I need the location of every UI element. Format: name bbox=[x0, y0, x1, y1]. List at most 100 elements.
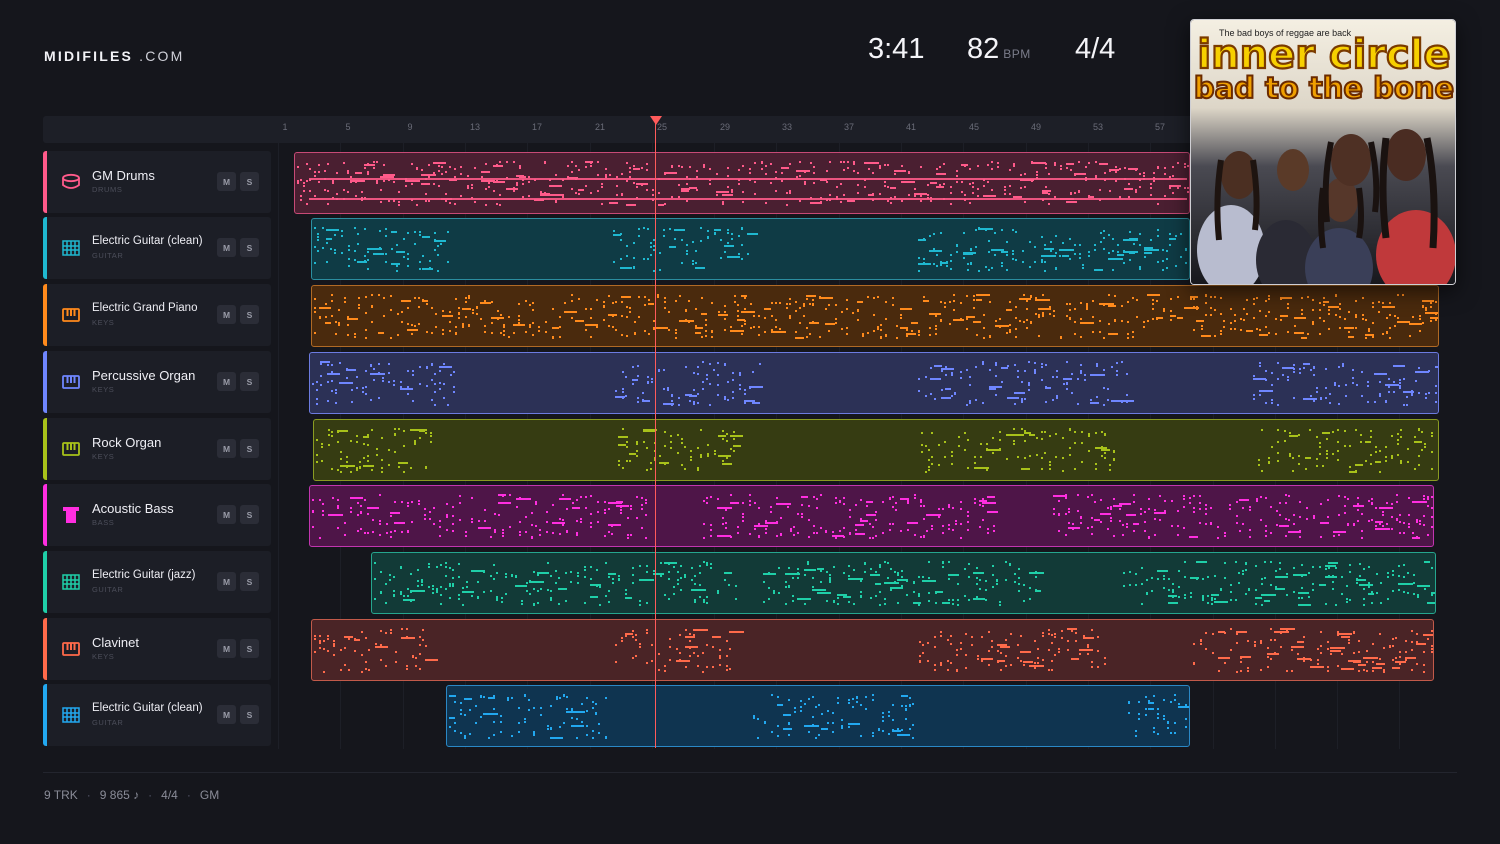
midi-mode: GM bbox=[199, 788, 220, 802]
track-header[interactable]: Electric Grand Piano KEYS M S bbox=[43, 284, 271, 346]
track-category: GUITAR bbox=[92, 718, 124, 727]
track-name: Electric Guitar (jazz) bbox=[92, 569, 196, 581]
time-signature: 4/4 bbox=[1075, 33, 1116, 65]
mute-button[interactable]: M bbox=[217, 572, 236, 591]
mute-button[interactable]: M bbox=[217, 439, 236, 458]
track-category: BASS bbox=[92, 518, 115, 527]
note-pattern bbox=[314, 227, 1187, 272]
mute-button[interactable]: M bbox=[217, 305, 236, 324]
track-category: KEYS bbox=[92, 318, 115, 327]
midi-clip[interactable] bbox=[309, 485, 1434, 547]
ruler-bar-17: 17 bbox=[531, 122, 543, 132]
grid-line bbox=[278, 143, 279, 749]
note-pattern bbox=[449, 694, 1189, 739]
track-color-stripe bbox=[43, 351, 47, 413]
note-pattern bbox=[312, 494, 1433, 539]
track-header[interactable]: Clavinet KEYS M S bbox=[43, 618, 271, 680]
solo-button[interactable]: S bbox=[240, 305, 259, 324]
track-color-stripe bbox=[43, 618, 47, 680]
solo-button[interactable]: S bbox=[240, 572, 259, 591]
track-color-stripe bbox=[43, 418, 47, 480]
track-category: DRUMS bbox=[92, 185, 123, 194]
note-pattern bbox=[316, 428, 1433, 473]
guitar-fretboard-icon bbox=[61, 238, 81, 258]
track-color-stripe bbox=[43, 551, 47, 613]
playhead-line[interactable] bbox=[655, 122, 656, 748]
ruler-bar-1: 1 bbox=[282, 122, 288, 132]
ruler-bar-9: 9 bbox=[407, 122, 413, 132]
track-name: GM Drums bbox=[92, 168, 155, 183]
track-header[interactable]: Acoustic Bass BASS M S bbox=[43, 484, 271, 546]
track-name: Electric Guitar (clean) bbox=[92, 235, 203, 247]
solo-button[interactable]: S bbox=[240, 439, 259, 458]
track-name: Percussive Organ bbox=[92, 368, 196, 383]
track-color-stripe bbox=[43, 217, 47, 279]
note-count: 9 865 ♪ bbox=[99, 788, 140, 802]
track-color-stripe bbox=[43, 484, 47, 546]
tempo-value: 82 bbox=[967, 33, 1000, 65]
mute-button[interactable]: M bbox=[217, 372, 236, 391]
ruler-bar-29: 29 bbox=[719, 122, 731, 132]
solo-button[interactable]: S bbox=[240, 238, 259, 257]
mute-button[interactable]: M bbox=[217, 505, 236, 524]
album-cover: The bad boys of reggae are back inner ci… bbox=[1190, 19, 1456, 285]
track-name: Clavinet bbox=[92, 635, 139, 650]
note-pattern bbox=[297, 161, 1189, 206]
ruler-bar-57: 57 bbox=[1154, 122, 1166, 132]
mute-button[interactable]: M bbox=[217, 639, 236, 658]
ruler-bar-13: 13 bbox=[469, 122, 481, 132]
track-category: KEYS bbox=[92, 652, 115, 661]
midi-clip[interactable] bbox=[371, 552, 1436, 614]
playhead-handle[interactable] bbox=[650, 116, 662, 125]
track-header[interactable]: Electric Guitar (clean) GUITAR M S bbox=[43, 217, 271, 279]
bass-icon bbox=[61, 505, 81, 525]
midi-clip[interactable] bbox=[311, 619, 1434, 681]
footer-time-signature: 4/4 bbox=[161, 788, 178, 802]
track-header[interactable]: Percussive Organ KEYS M S bbox=[43, 351, 271, 413]
track-color-stripe bbox=[43, 151, 47, 213]
song-duration: 3:41 bbox=[868, 33, 925, 65]
ruler-bar-21: 21 bbox=[594, 122, 606, 132]
tempo-unit: BPM bbox=[1003, 47, 1031, 61]
track-header[interactable]: Electric Guitar (clean) GUITAR M S bbox=[43, 684, 271, 746]
footer-divider bbox=[43, 772, 1457, 773]
track-category: GUITAR bbox=[92, 251, 124, 260]
mute-button[interactable]: M bbox=[217, 238, 236, 257]
ruler-bar-53: 53 bbox=[1092, 122, 1104, 132]
solo-button[interactable]: S bbox=[240, 639, 259, 658]
track-category: KEYS bbox=[92, 452, 115, 461]
brand-logo[interactable]: MIDIFILES .COM bbox=[44, 48, 184, 64]
midi-clip[interactable] bbox=[294, 152, 1190, 214]
solo-button[interactable]: S bbox=[240, 505, 259, 524]
note-pattern bbox=[314, 628, 1433, 673]
track-header[interactable]: Rock Organ KEYS M S bbox=[43, 418, 271, 480]
drum-icon bbox=[61, 172, 81, 192]
track-name: Electric Grand Piano bbox=[92, 302, 198, 314]
midi-clip[interactable] bbox=[309, 352, 1439, 414]
track-category: GUITAR bbox=[92, 585, 124, 594]
track-category: KEYS bbox=[92, 385, 115, 394]
track-color-stripe bbox=[43, 684, 47, 746]
solo-button[interactable]: S bbox=[240, 172, 259, 191]
solo-button[interactable]: S bbox=[240, 705, 259, 724]
note-pattern bbox=[374, 561, 1435, 606]
midi-clip[interactable] bbox=[311, 285, 1439, 347]
ruler-bar-49: 49 bbox=[1030, 122, 1042, 132]
piano-keys-icon bbox=[61, 639, 81, 659]
track-name: Electric Guitar (clean) bbox=[92, 702, 203, 714]
midi-clip[interactable] bbox=[311, 218, 1190, 280]
album-title: bad to the bone bbox=[1194, 71, 1454, 105]
midi-clip[interactable] bbox=[446, 685, 1190, 747]
track-header[interactable]: Electric Guitar (jazz) GUITAR M S bbox=[43, 551, 271, 613]
track-count: 9 TRK bbox=[44, 788, 78, 802]
mute-button[interactable]: M bbox=[217, 705, 236, 724]
solo-button[interactable]: S bbox=[240, 372, 259, 391]
ruler-bar-5: 5 bbox=[345, 122, 351, 132]
track-header[interactable]: GM Drums DRUMS M S bbox=[43, 151, 271, 213]
midi-clip[interactable] bbox=[313, 419, 1439, 481]
note-pattern bbox=[314, 294, 1438, 339]
track-color-stripe bbox=[43, 284, 47, 346]
ruler-bar-45: 45 bbox=[968, 122, 980, 132]
mute-button[interactable]: M bbox=[217, 172, 236, 191]
guitar-fretboard-icon bbox=[61, 572, 81, 592]
